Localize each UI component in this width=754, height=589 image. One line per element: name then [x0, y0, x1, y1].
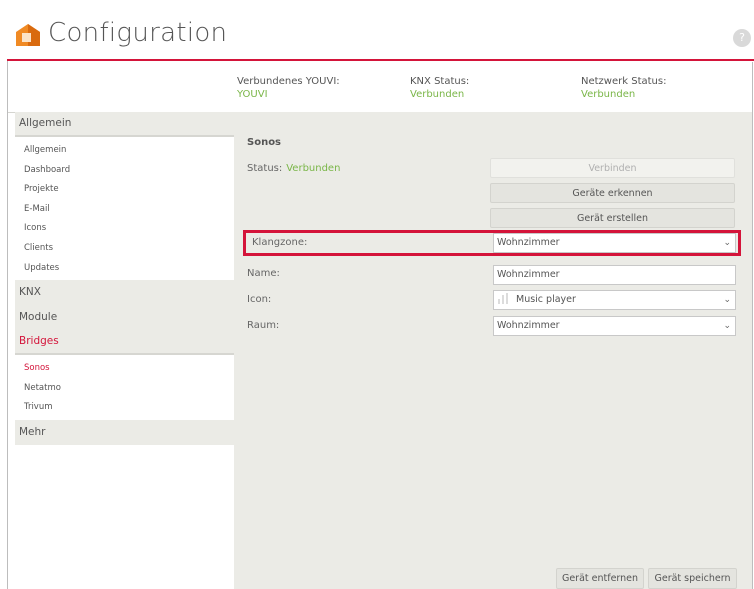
connect-button[interactable]: Verbinden: [490, 158, 735, 178]
connection-status-value: Verbunden: [286, 163, 341, 174]
sidebar: Allgemein Allgemein Dashboard Projekte E…: [15, 112, 234, 589]
network-status-value: Verbunden: [581, 89, 636, 100]
help-icon[interactable]: ?: [733, 29, 751, 47]
sidebar-item-sonos[interactable]: Sonos: [15, 359, 234, 379]
title-divider: [7, 59, 754, 61]
icon-select[interactable]: Music player ⌄: [493, 290, 736, 310]
sidebar-section-mehr[interactable]: Mehr: [15, 419, 234, 445]
knx-status-label: KNX Status:: [410, 76, 470, 87]
sidebar-item-projekte[interactable]: Projekte: [15, 180, 234, 200]
chevron-down-icon: ⌄: [723, 321, 731, 331]
title-bar: Configuration ?: [0, 0, 754, 60]
sidebar-item-updates[interactable]: Updates: [15, 259, 234, 279]
klangzone-highlight: [243, 230, 741, 256]
sidebar-section-bridges[interactable]: Bridges: [15, 330, 234, 356]
icon-label: Icon:: [247, 294, 272, 305]
sidebar-item-netatmo[interactable]: Netatmo: [15, 379, 234, 399]
sidebar-allgemein-items: Allgemein Dashboard Projekte E-Mail Icon…: [15, 137, 234, 280]
sidebar-section-module[interactable]: Module: [15, 305, 234, 331]
sidebar-bridges-items: Sonos Netatmo Trivum: [15, 355, 234, 420]
knx-status-value: Verbunden: [410, 89, 465, 100]
status-bar: Verbundenes YOUVI: YOUVI KNX Status: Ver…: [8, 62, 752, 113]
network-status: Netzwerk Status: Verbunden: [581, 75, 666, 101]
page-title: Sonos: [247, 137, 282, 148]
music-player-icon: [498, 293, 508, 304]
house-logo-icon: [16, 24, 40, 46]
connection-status: Status: Verbunden: [247, 163, 340, 174]
remove-device-button[interactable]: Gerät entfernen: [556, 568, 644, 589]
connection-status-label: Status:: [247, 163, 283, 174]
sidebar-item-allgemein[interactable]: Allgemein: [15, 141, 234, 161]
youvi-status: Verbundenes YOUVI: YOUVI: [237, 75, 340, 101]
youvi-status-value: YOUVI: [237, 89, 268, 100]
detect-devices-button[interactable]: Geräte erkennen: [490, 183, 735, 203]
app-title: Configuration: [48, 18, 228, 48]
raum-label: Raum:: [247, 320, 280, 331]
raum-select[interactable]: Wohnzimmer ⌄: [493, 316, 736, 336]
window-border-right: [752, 62, 753, 589]
create-device-button[interactable]: Gerät erstellen: [490, 208, 735, 228]
raum-value: Wohnzimmer: [497, 320, 560, 331]
save-device-button[interactable]: Gerät speichern: [648, 568, 737, 589]
main-panel: Sonos Status: Verbunden Verbinden Geräte …: [234, 112, 752, 589]
youvi-status-label: Verbundenes YOUVI:: [237, 76, 340, 87]
sidebar-section-knx[interactable]: KNX: [15, 280, 234, 306]
name-label: Name:: [247, 268, 280, 279]
network-status-label: Netzwerk Status:: [581, 76, 667, 87]
sidebar-item-clients[interactable]: Clients: [15, 239, 234, 259]
icon-value: Music player: [516, 294, 576, 305]
name-input[interactable]: Wohnzimmer: [493, 265, 736, 285]
chevron-down-icon: ⌄: [723, 295, 731, 305]
sidebar-item-email[interactable]: E-Mail: [15, 200, 234, 220]
knx-status: KNX Status: Verbunden: [410, 75, 469, 101]
sidebar-section-allgemein[interactable]: Allgemein: [15, 112, 234, 137]
sidebar-item-trivum[interactable]: Trivum: [15, 398, 234, 418]
sidebar-item-icons[interactable]: Icons: [15, 219, 234, 239]
sidebar-item-dashboard[interactable]: Dashboard: [15, 161, 234, 181]
